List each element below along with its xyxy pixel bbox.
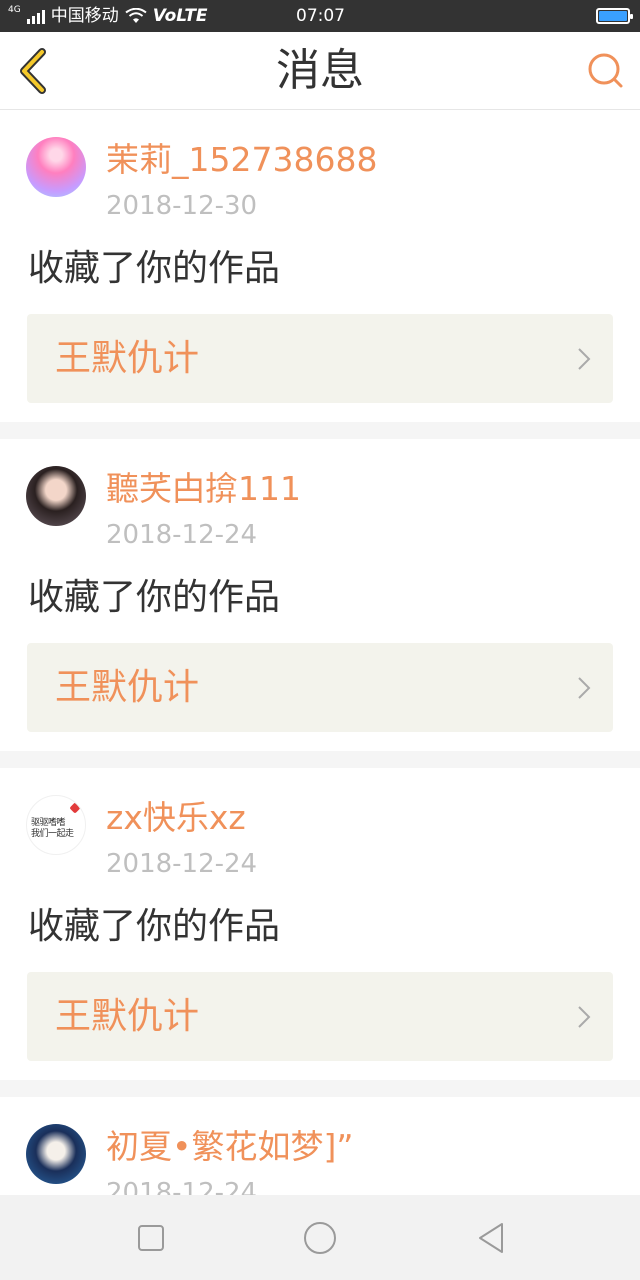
battery-icon: [596, 8, 633, 24]
avatar[interactable]: 驱驱嗜嗜 我们一起走: [26, 795, 86, 855]
volte-label: VoLTE: [152, 6, 208, 26]
message-date: 2018-12-24: [106, 520, 258, 550]
status-time: 07:07: [296, 6, 345, 26]
message-date: 2018-12-24: [106, 1178, 258, 1195]
work-link[interactable]: 王默仇计: [27, 972, 613, 1061]
system-nav-bar: [0, 1195, 640, 1280]
username[interactable]: zx快乐xz: [106, 798, 246, 838]
nav-bar: 消息: [0, 32, 640, 110]
username[interactable]: 初夏•繁花如梦]”: [106, 1127, 353, 1167]
network-tag: 4G: [8, 5, 21, 15]
work-link[interactable]: 王默仇计: [27, 643, 613, 732]
chevron-right-icon: [578, 677, 591, 699]
chevron-right-icon: [578, 348, 591, 370]
carrier-name: 中国移动: [50, 6, 119, 26]
signal-icon: [26, 8, 45, 24]
page-title: 消息: [276, 45, 364, 96]
message-card: 初夏•繁花如梦]” 2018-12-24: [0, 1097, 640, 1195]
chevron-right-icon: [578, 1006, 591, 1028]
message-action: 收藏了你的作品: [28, 248, 281, 289]
work-link[interactable]: 王默仇计: [27, 314, 613, 403]
username[interactable]: 茉莉_152738688: [106, 140, 377, 180]
status-left: 4G 中国移动 VoLTE: [8, 0, 208, 32]
message-card: 聽芺甴揜111 2018-12-24 收藏了你的作品 王默仇计: [0, 439, 640, 751]
avatar[interactable]: [26, 137, 86, 197]
message-date: 2018-12-30: [106, 191, 258, 221]
work-title: 王默仇计: [55, 667, 200, 708]
avatar[interactable]: [26, 1124, 86, 1184]
username[interactable]: 聽芺甴揜111: [106, 469, 301, 509]
search-icon[interactable]: [586, 51, 626, 91]
square-icon[interactable]: [133, 1220, 169, 1256]
triangle-back-icon[interactable]: [474, 1220, 510, 1256]
message-date: 2018-12-24: [106, 849, 258, 879]
avatar[interactable]: [26, 466, 86, 526]
message-card: 驱驱嗜嗜 我们一起走 zx快乐xz 2018-12-24 收藏了你的作品 王默仇…: [0, 768, 640, 1080]
message-action: 收藏了你的作品: [28, 577, 281, 618]
status-bar: 4G 中国移动 VoLTE 07:07: [0, 0, 640, 32]
work-title: 王默仇计: [55, 338, 200, 379]
message-card: 茉莉_152738688 2018-12-30 收藏了你的作品 王默仇计: [0, 110, 640, 422]
heart-icon: [69, 802, 81, 814]
work-title: 王默仇计: [55, 996, 200, 1037]
avatar-text: 驱驱嗜嗜 我们一起走: [31, 818, 74, 839]
circle-icon[interactable]: [302, 1220, 338, 1256]
wifi-icon: [125, 8, 147, 23]
message-action: 收藏了你的作品: [28, 906, 281, 947]
